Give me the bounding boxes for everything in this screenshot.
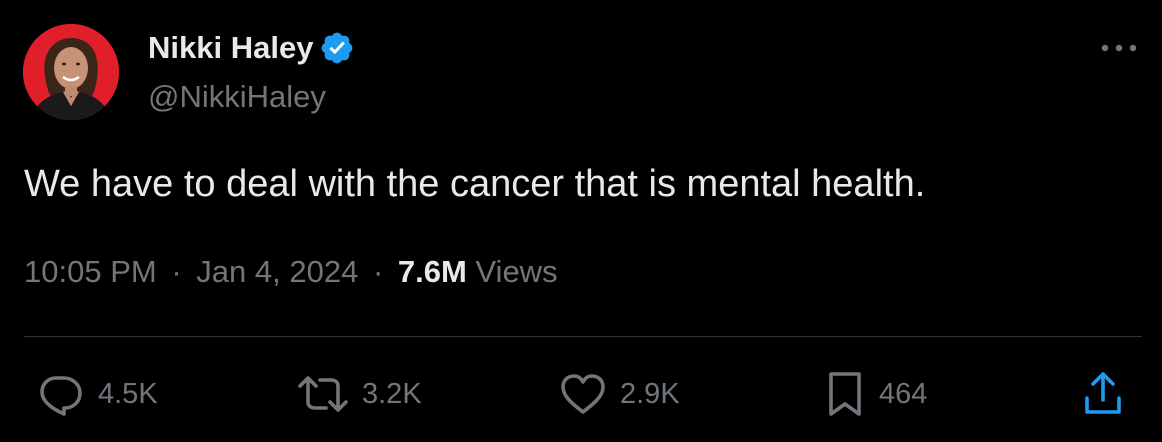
share-icon (1085, 372, 1121, 414)
reply-icon (40, 376, 82, 416)
like-button[interactable]: 2.9K (558, 372, 680, 416)
tweet-card: Nikki Haley @NikkiHaley We have to deal … (0, 0, 1162, 442)
reply-button[interactable]: 4.5K (36, 372, 158, 416)
heart-icon (561, 374, 605, 414)
more-options-button[interactable] (1096, 35, 1142, 61)
tweet-time[interactable]: 10:05 PM (24, 254, 157, 289)
like-count: 2.9K (620, 378, 680, 410)
author-display-name[interactable]: Nikki Haley (148, 28, 313, 68)
avatar-photo (23, 24, 119, 120)
tweet-meta: 10:05 PM · Jan 4, 2024 · 7.6M Views (24, 250, 558, 294)
divider (24, 336, 1142, 337)
views-label[interactable]: Views (475, 254, 557, 289)
author-name-row[interactable]: Nikki Haley (148, 28, 355, 68)
repost-count: 3.2K (362, 378, 422, 410)
meta-separator: · (171, 254, 182, 289)
repost-button[interactable]: 3.2K (296, 372, 422, 416)
meta-separator: · (372, 254, 384, 289)
bookmark-icon (829, 372, 861, 416)
reply-count: 4.5K (98, 378, 158, 410)
verified-badge-icon[interactable] (319, 30, 355, 66)
tweet-date[interactable]: Jan 4, 2024 (196, 254, 358, 289)
bookmark-count: 464 (879, 378, 928, 410)
more-horizontal-icon (1101, 44, 1137, 52)
share-button[interactable] (1081, 372, 1125, 416)
bookmark-button[interactable]: 464 (823, 372, 927, 416)
views-count[interactable]: 7.6M (398, 254, 467, 289)
author-handle[interactable]: @NikkiHaley (148, 77, 326, 117)
avatar[interactable] (23, 24, 119, 120)
action-bar: 4.5K 3.2K 2.9K 464 (0, 364, 1162, 424)
repost-icon (298, 376, 348, 412)
tweet-text: We have to deal with the cancer that is … (24, 163, 926, 205)
